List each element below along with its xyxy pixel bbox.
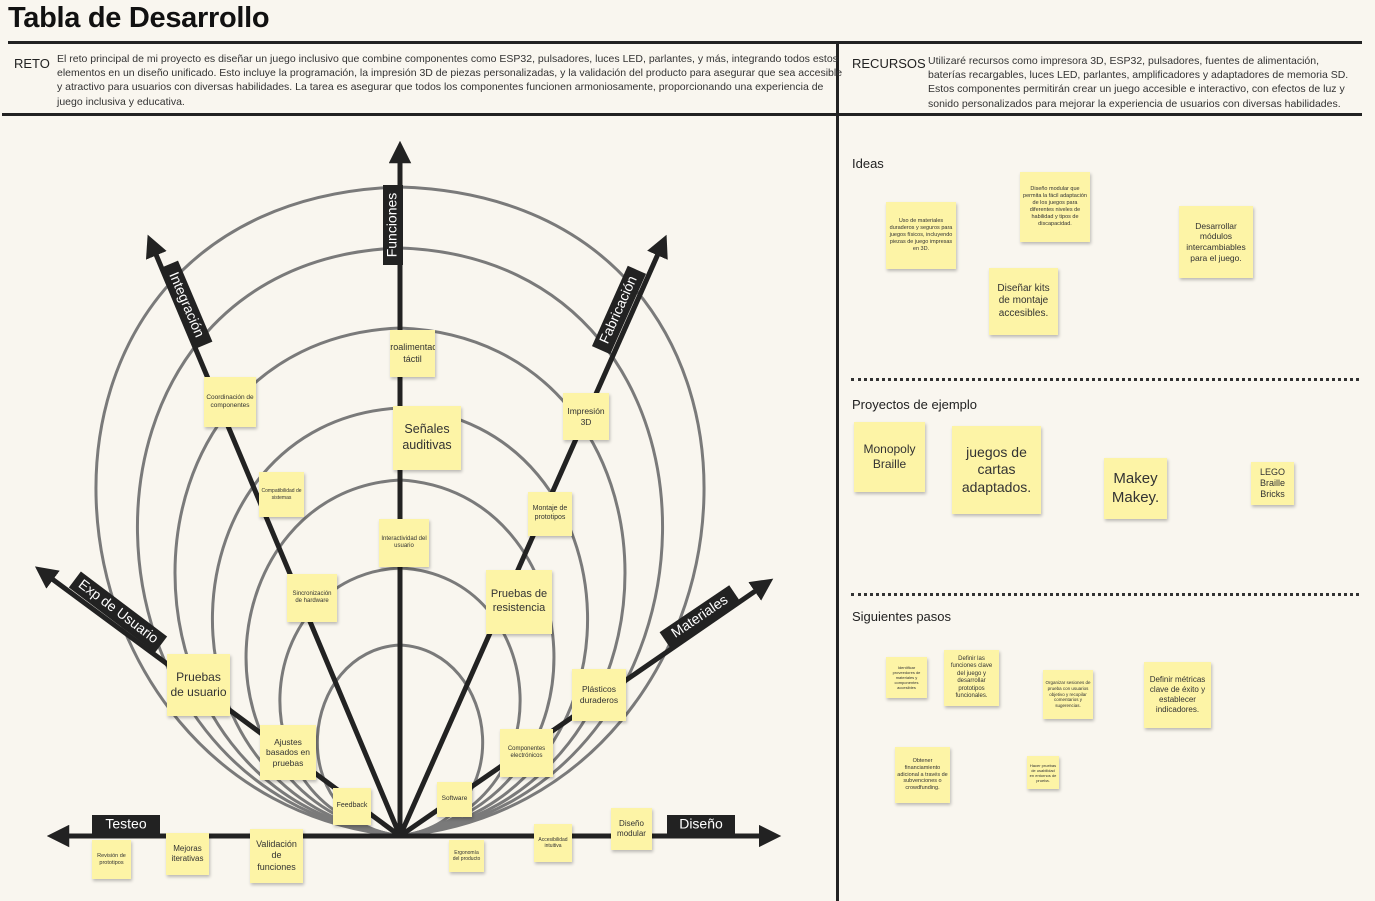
sticky-note[interactable]: Diseñar kits de montaje accesibles.	[989, 268, 1058, 335]
sticky-note[interactable]: Componentes electrónicos	[500, 729, 553, 777]
diseno-label-text: Diseño	[679, 816, 723, 832]
ideas-section-title: Ideas	[852, 156, 884, 171]
sticky-note[interactable]: Sincronización de hardware	[287, 574, 337, 622]
sticky-note[interactable]: juegos de cartas adaptados.	[952, 426, 1041, 514]
sticky-note[interactable]: Identificar proveedores de materiales y …	[886, 657, 927, 698]
materiales-axis-label: Materiales	[659, 585, 741, 649]
sticky-note[interactable]: Ajustes basados en pruebas	[260, 725, 316, 780]
sticky-note[interactable]: Impresión 3D	[563, 393, 609, 440]
sticky-note[interactable]: Desarrollar módulos intercambiables para…	[1179, 206, 1253, 278]
sticky-note[interactable]: Revisión de prototipos	[92, 840, 131, 879]
funciones-label-text: Funciones	[384, 193, 400, 258]
sticky-note[interactable]: Montaje de prototipos	[528, 492, 572, 536]
sticky-note[interactable]: Compatibilidad de sistemas	[259, 472, 304, 517]
sticky-note[interactable]: Ergonomía del producto	[449, 840, 484, 872]
sticky-note[interactable]: Diseño modular que permita la fácil adap…	[1020, 172, 1090, 242]
integracion-axis-label: Integración	[159, 260, 213, 350]
sticky-note[interactable]: Diseño modular	[611, 808, 652, 850]
sticky-note[interactable]: Coordinación de componentes	[204, 377, 256, 427]
vertical-divider	[836, 41, 839, 901]
sticky-note[interactable]: Validación de funciones	[250, 829, 303, 883]
sticky-note[interactable]: Plásticos duraderos	[572, 669, 626, 721]
sticky-note[interactable]: LEGO Braille Bricks	[1251, 462, 1294, 505]
section-divider	[851, 593, 1359, 596]
testeo-axis-label: Testeo	[92, 815, 160, 835]
recursos-label: RECURSOS	[852, 56, 926, 71]
sticky-note[interactable]: Retroalimentación táctil	[390, 330, 435, 377]
sticky-note[interactable]: Interactividad del usuario	[379, 519, 429, 567]
sticky-note[interactable]: Obtener financiamiento adicional a travé…	[895, 747, 950, 803]
sticky-note[interactable]: Feedback	[333, 788, 371, 825]
sticky-note[interactable]: Software	[437, 782, 472, 817]
sticky-note[interactable]: Monopoly Braille	[854, 422, 925, 492]
diseno-axis-label: Diseño	[667, 815, 735, 835]
sticky-note[interactable]: Definir métricas clave de éxito y establ…	[1144, 662, 1211, 728]
sticky-note[interactable]: Definir las funciones clave del juego y …	[944, 650, 999, 706]
recursos-text: Utilizaré recursos como impresora 3D, ES…	[928, 55, 1349, 110]
section-divider	[851, 378, 1359, 381]
sticky-note[interactable]: Accesibilidad intuitiva	[534, 824, 572, 862]
exp-usuario-axis-label: Exp de Usuario	[68, 571, 168, 653]
sticky-note[interactable]: Uso de materiales duraderos y seguros pa…	[886, 202, 956, 269]
sticky-note[interactable]: Pruebas de usuario	[167, 654, 230, 716]
sticky-note[interactable]: Makey Makey.	[1104, 458, 1167, 519]
sticky-note[interactable]: Mejoras iterativas	[166, 833, 209, 875]
sticky-note[interactable]: Hacer pruebas de usabilidad en entornos …	[1027, 756, 1059, 789]
sticky-note[interactable]: Organizar sesiones de prueba con usuario…	[1043, 670, 1093, 719]
sticky-note[interactable]: Pruebas de resistencia	[486, 570, 552, 634]
pasos-section-title: Siguientes pasos	[852, 609, 952, 624]
sticky-note[interactable]: Señales auditivas	[393, 406, 461, 470]
proyectos-section-title: Proyectos de ejemplo	[852, 397, 978, 412]
funciones-axis-label: Funciones	[383, 185, 403, 265]
testeo-label-text: Testeo	[105, 816, 146, 832]
